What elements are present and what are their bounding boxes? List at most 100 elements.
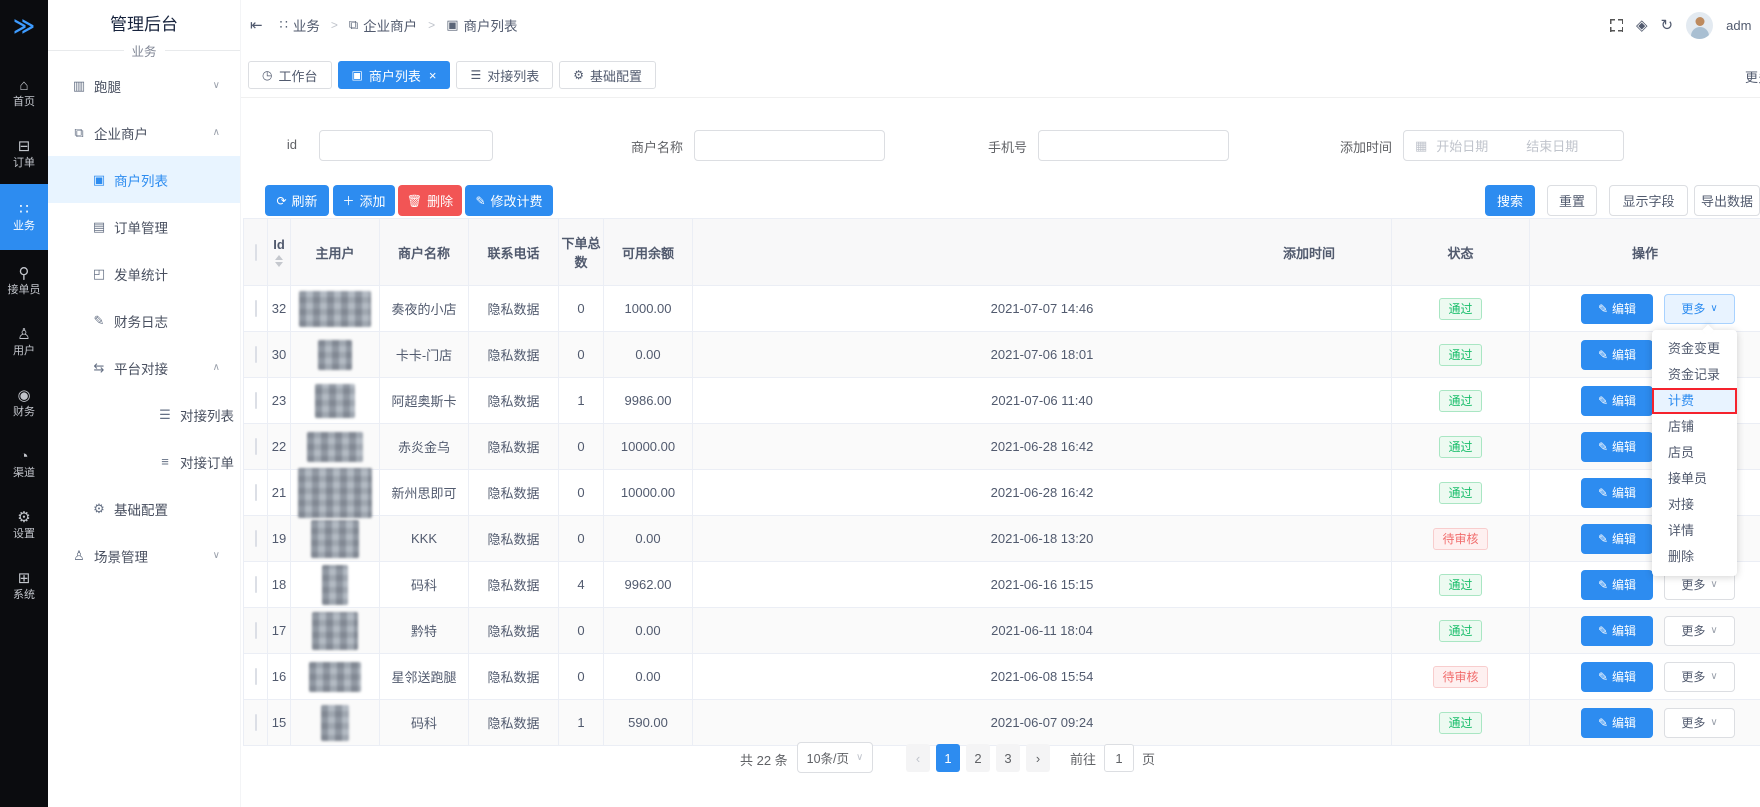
- rail-item[interactable]: ◉ 财务: [0, 372, 48, 433]
- sort-icons[interactable]: [275, 255, 283, 267]
- breadcrumb-item[interactable]: ⧉ 企业商户: [349, 15, 417, 35]
- collapse-sidebar-icon[interactable]: ⇤: [250, 16, 263, 34]
- row-checkbox[interactable]: [255, 484, 257, 501]
- more-button[interactable]: 更多 ∨: [1664, 708, 1735, 738]
- prev-page-button[interactable]: ‹: [906, 744, 930, 772]
- row-checkbox[interactable]: [255, 622, 257, 639]
- filter-phone-input[interactable]: [1038, 130, 1229, 161]
- tabbar-more-button[interactable]: 更多: [1745, 67, 1760, 86]
- filter-merchant-input[interactable]: [694, 130, 885, 161]
- row-checkbox[interactable]: [255, 392, 257, 409]
- cell-id: 15: [268, 700, 291, 746]
- row-checkbox[interactable]: [255, 530, 257, 547]
- search-button[interactable]: 搜索: [1485, 185, 1535, 216]
- edit-button[interactable]: ✎ 编辑: [1581, 478, 1653, 508]
- dropdown-menu-item[interactable]: 资金变更: [1652, 336, 1737, 362]
- menu-item-icon: ▤: [92, 219, 106, 235]
- menu-item-icon: ☰: [158, 407, 172, 423]
- tab[interactable]: ☰ 对接列表: [456, 61, 553, 89]
- rail-item[interactable]: ⚙ 设置: [0, 494, 48, 555]
- more-button[interactable]: 更多 ∨: [1664, 662, 1735, 692]
- more-dropdown-menu: 资金变更 资金记录 计费 店铺 店员 接单员 对接 详情 删除: [1652, 330, 1737, 576]
- sidebar-menu-item[interactable]: ▤ 订单管理: [48, 203, 240, 250]
- fullscreen-icon[interactable]: [1610, 19, 1623, 32]
- sidebar-menu-item[interactable]: ◰ 发单统计: [48, 250, 240, 297]
- cell-order-count: 4: [559, 562, 604, 608]
- tab[interactable]: ▣ 商户列表 ×: [338, 61, 451, 89]
- dropdown-menu-item[interactable]: 店铺: [1652, 414, 1737, 440]
- rail-item[interactable]: ♙ 用户: [0, 311, 48, 372]
- sidebar-menu-item[interactable]: ♙ 场景管理 ∨: [48, 532, 240, 579]
- sidebar-menu-item[interactable]: ⇆ 平台对接 ∧: [48, 344, 240, 391]
- sidebar-menu-item[interactable]: ≡ 对接订单: [48, 438, 240, 485]
- edit-button[interactable]: ✎ 编辑: [1581, 294, 1653, 324]
- sidebar-menu-item[interactable]: ✎ 财务日志: [48, 297, 240, 344]
- more-button[interactable]: 更多 ∨: [1664, 616, 1735, 646]
- export-button[interactable]: 导出数据: [1694, 185, 1760, 216]
- cell-balance: 0.00: [604, 516, 693, 562]
- edit-button[interactable]: ✎ 编辑: [1581, 386, 1653, 416]
- rail-item-label: 系统: [13, 589, 35, 601]
- edit-button[interactable]: ✎ 编辑: [1581, 524, 1653, 554]
- show-fields-button[interactable]: 显示字段: [1609, 185, 1688, 216]
- delete-button[interactable]: 🗑删除: [398, 185, 462, 216]
- edit-button[interactable]: ✎ 编辑: [1581, 570, 1653, 600]
- page-number-button[interactable]: 3: [996, 744, 1020, 772]
- username-label[interactable]: adm: [1726, 18, 1751, 33]
- add-button[interactable]: ＋添加: [333, 185, 395, 216]
- sidebar-menu-item[interactable]: ▣ 商户列表: [48, 156, 240, 203]
- rail-item[interactable]: ∷ 业务: [0, 184, 48, 250]
- sidebar-menu-item[interactable]: ⚙ 基础配置: [48, 485, 240, 532]
- edit-button[interactable]: ✎ 编辑: [1581, 662, 1653, 692]
- page-number-button[interactable]: 2: [966, 744, 990, 772]
- header-id[interactable]: Id: [268, 219, 291, 286]
- sidebar-menu-item[interactable]: ☰ 对接列表: [48, 391, 240, 438]
- dropdown-menu-item[interactable]: 接单员: [1652, 466, 1737, 492]
- dropdown-menu-item[interactable]: 对接: [1652, 492, 1737, 518]
- rail-item-label: 首页: [13, 96, 35, 108]
- row-checkbox[interactable]: [255, 438, 257, 455]
- dropdown-menu-item[interactable]: 店员: [1652, 440, 1737, 466]
- tab[interactable]: ◷ 工作台: [248, 61, 332, 89]
- more-button[interactable]: 更多 ∨: [1664, 294, 1735, 324]
- add-label: 添加: [360, 191, 386, 210]
- row-checkbox[interactable]: [255, 668, 257, 685]
- edit-button[interactable]: ✎ 编辑: [1581, 432, 1653, 462]
- edit-button[interactable]: ✎ 编辑: [1581, 340, 1653, 370]
- row-checkbox[interactable]: [255, 576, 257, 593]
- date-range-picker[interactable]: ▦ 开始日期 结束日期: [1403, 130, 1624, 161]
- rail-item[interactable]: ⚲ 接单员: [0, 250, 48, 311]
- refresh-button[interactable]: ⟳刷新: [265, 185, 329, 216]
- select-all-checkbox[interactable]: [255, 244, 257, 261]
- filter-id-input[interactable]: [319, 130, 493, 161]
- breadcrumb-item[interactable]: ∷ 业务: [280, 15, 320, 35]
- rail-item[interactable]: ◔ 渠道: [0, 433, 48, 494]
- tab-close-icon[interactable]: ×: [429, 68, 437, 83]
- row-checkbox[interactable]: [255, 714, 257, 731]
- dropdown-menu-item[interactable]: 计费: [1652, 388, 1737, 414]
- rail-item[interactable]: ⊞ 系统: [0, 555, 48, 616]
- row-checkbox[interactable]: [255, 346, 257, 363]
- reset-button[interactable]: 重置: [1547, 185, 1597, 216]
- sidebar-menu-item[interactable]: ⧉ 企业商户 ∧: [48, 109, 240, 156]
- edit-billing-button[interactable]: ✎修改计费: [465, 185, 553, 216]
- avatar[interactable]: [1686, 12, 1713, 39]
- page-number-button[interactable]: 1: [936, 744, 960, 772]
- row-checkbox[interactable]: [255, 300, 257, 317]
- refresh-page-icon[interactable]: ↻: [1661, 16, 1674, 34]
- goto-page-input[interactable]: [1104, 744, 1134, 772]
- tag-icon[interactable]: ◈: [1636, 16, 1648, 34]
- rail-item[interactable]: ⊟ 订单: [0, 123, 48, 184]
- page-size-select[interactable]: 10条/页 ∨: [797, 742, 873, 773]
- tab[interactable]: ⚙ 基础配置: [559, 61, 656, 89]
- edit-button[interactable]: ✎ 编辑: [1581, 708, 1653, 738]
- app-logo-icon[interactable]: ≫: [0, 8, 48, 44]
- breadcrumb-item[interactable]: ▣ 商户列表: [446, 15, 517, 35]
- dropdown-menu-item[interactable]: 资金记录: [1652, 362, 1737, 388]
- edit-button[interactable]: ✎ 编辑: [1581, 616, 1653, 646]
- next-page-button[interactable]: ›: [1026, 744, 1050, 772]
- dropdown-menu-item[interactable]: 详情: [1652, 518, 1737, 544]
- sidebar-menu-item[interactable]: ▥ 跑腿 ∨: [48, 62, 240, 109]
- dropdown-menu-item[interactable]: 删除: [1652, 544, 1737, 570]
- rail-item[interactable]: ⌂ 首页: [0, 62, 48, 123]
